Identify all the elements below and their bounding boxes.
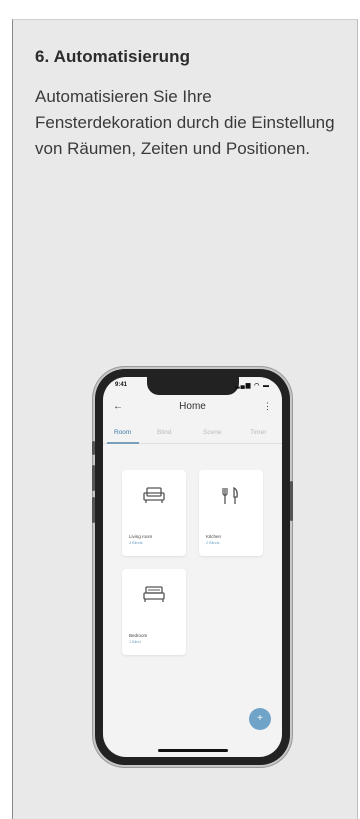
phone-mockup: 9:41 ▂▄▆ ◠ ▬ ← Home ⋮ Room Blind Scene T…: [92, 369, 293, 765]
room-name: Kitchen: [206, 534, 222, 539]
status-bar: 9:41 ▂▄▆ ◠ ▬: [115, 382, 270, 392]
tab-timer[interactable]: Timer: [250, 429, 266, 436]
mute-switch: [92, 441, 95, 455]
room-name: Bedroom: [129, 633, 148, 638]
active-tab-indicator: [107, 442, 139, 444]
power-button: [290, 481, 293, 521]
app-navbar: ← Home ⋮: [103, 401, 282, 419]
volume-up-button: [92, 465, 95, 491]
automation-card: 6. Automatisierung Automatisieren Sie Ih…: [12, 19, 358, 819]
section-title: 6. Automatisierung: [35, 47, 191, 66]
tab-scene[interactable]: Scene: [203, 429, 221, 436]
more-vert-icon[interactable]: ⋮: [263, 401, 272, 412]
home-indicator: [157, 749, 228, 752]
tab-blind[interactable]: Blind: [157, 429, 171, 436]
section-description: Automatisieren Sie Ihre Fensterdekoratio…: [35, 87, 335, 158]
plus-icon: +: [257, 713, 263, 724]
phone-screen: 9:41 ▂▄▆ ◠ ▬ ← Home ⋮ Room Blind Scene T…: [103, 377, 282, 757]
room-sub: 2 Blinds: [206, 541, 220, 545]
status-icons: ▂▄▆ ◠ ▬: [235, 382, 270, 389]
volume-down-button: [92, 497, 95, 523]
room-sub: 3 Blinds: [129, 541, 143, 545]
room-sub: 1 Blind: [129, 640, 141, 644]
tab-room[interactable]: Room: [114, 429, 131, 436]
room-tile-living-room[interactable]: Living room 3 Blinds: [122, 470, 186, 556]
battery-icon: ▬: [263, 383, 270, 389]
room-tile-kitchen[interactable]: Kitchen 2 Blinds: [199, 470, 263, 556]
wifi-icon: ◠: [254, 383, 261, 389]
tab-bar: Room Blind Scene Timer: [103, 427, 282, 444]
bed-icon: [122, 585, 186, 608]
room-tile-bedroom[interactable]: Bedroom 1 Blind: [122, 569, 186, 655]
app-title: Home: [179, 401, 206, 412]
sofa-icon: [122, 486, 186, 509]
room-name: Living room: [129, 534, 153, 539]
add-room-button[interactable]: +: [249, 708, 271, 730]
signal-icon: ▂▄▆: [234, 383, 252, 389]
cutlery-icon: [199, 486, 263, 511]
status-time: 9:41: [115, 382, 128, 388]
